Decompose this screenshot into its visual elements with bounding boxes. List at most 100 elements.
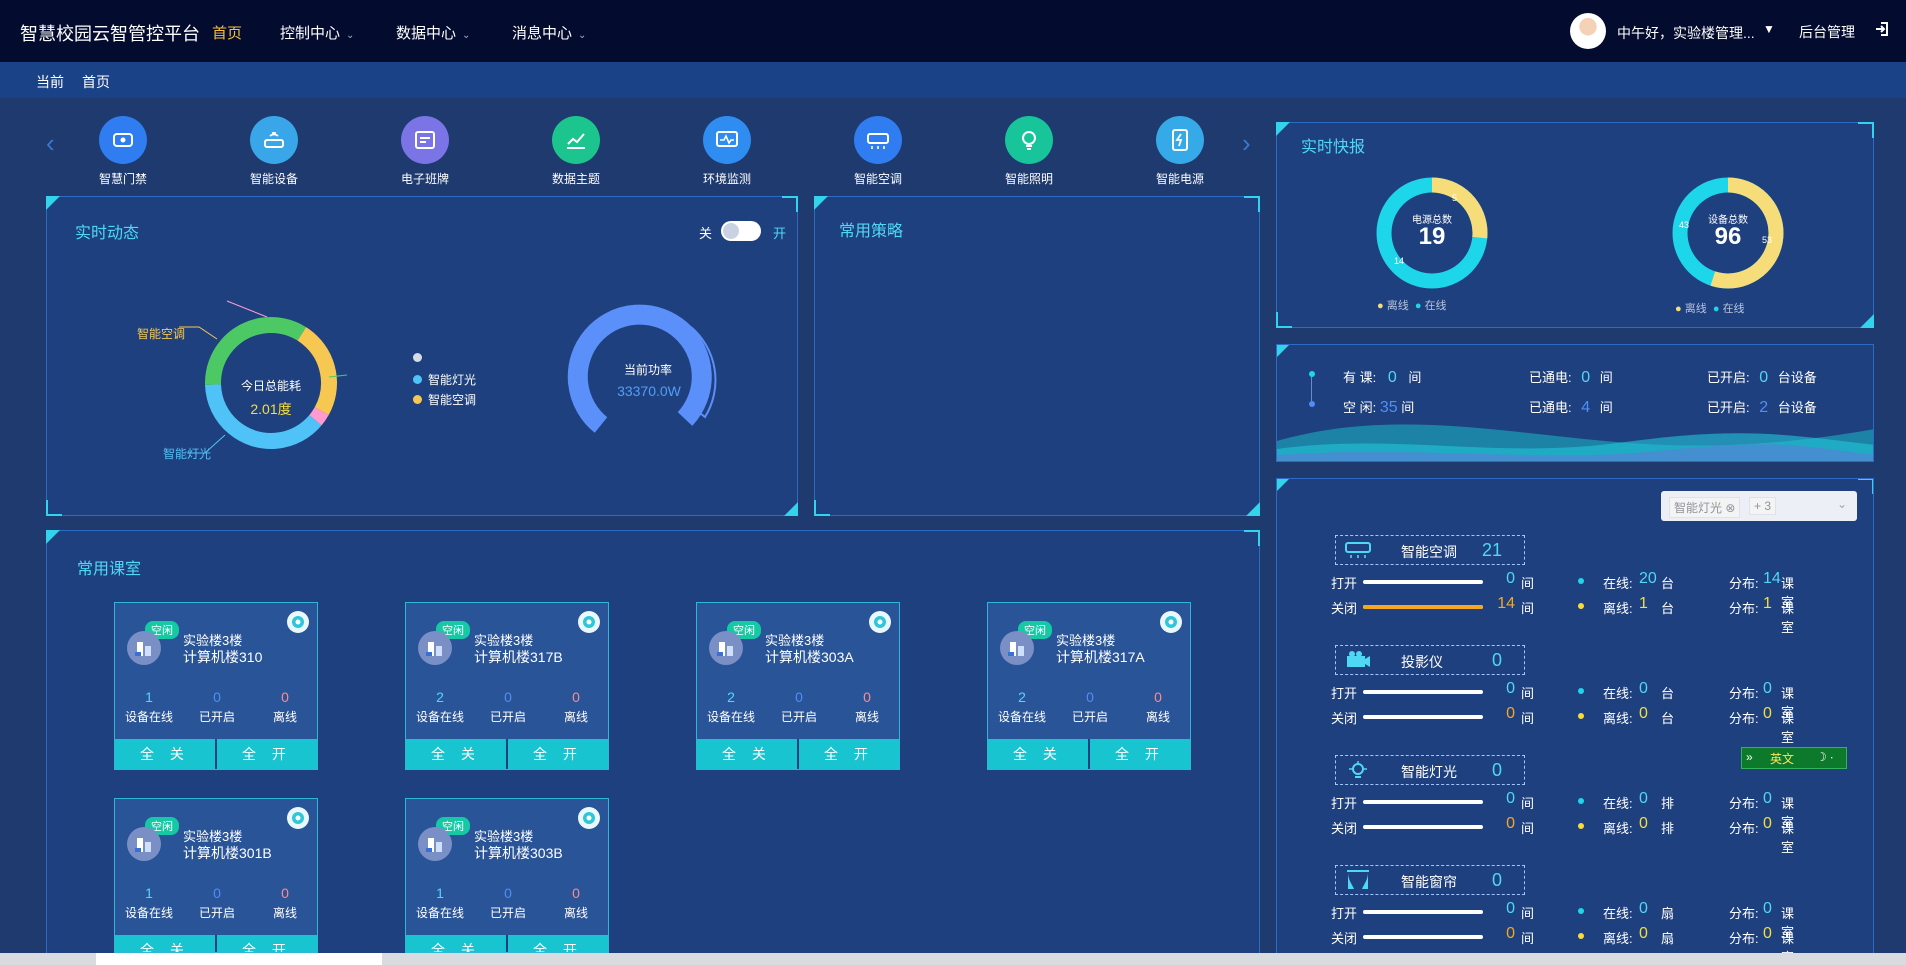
row-label: 关闭: [1331, 821, 1358, 836]
class-board-icon: [401, 116, 449, 164]
row-count: 0: [1506, 680, 1515, 697]
quick-item-smart-device[interactable]: 智能设备: [219, 116, 329, 187]
power-offline-count: 5: [1452, 193, 1458, 203]
close-icon[interactable]: ⊗: [1725, 501, 1735, 515]
ime-language[interactable]: 英文: [1770, 750, 1794, 767]
device-status-row: 打开 0 间在线: 0 排分布: 0 课室: [1331, 790, 1794, 830]
indicator-dot: [1309, 371, 1315, 377]
nav-control-center[interactable]: 控制中心 ⌄: [280, 22, 354, 43]
admin-link[interactable]: 后台管理: [1799, 22, 1855, 42]
classroom-card[interactable]: 空闲 实验楼3楼 计算机楼303A 2 设备在线 0 已开启 0 离线 全 关全 开: [696, 602, 900, 770]
all-on-button[interactable]: 全 开: [506, 935, 608, 952]
ime-menu-icon[interactable]: »: [1746, 750, 1753, 764]
room-name: 计算机楼303B: [474, 845, 563, 861]
device-status-row: 关闭 0 间离线: 0 台分布: 0 课室: [1331, 705, 1794, 745]
row-unit: 间: [1521, 686, 1535, 701]
classroom-card[interactable]: 空闲 实验楼3楼 计算机楼310 1 设备在线 0 已开启 0 离线 全 关全 开: [114, 602, 318, 770]
nav-data-center[interactable]: 数据中心 ⌄: [396, 22, 470, 43]
row-dist-label: 分布:: [1729, 686, 1759, 701]
camera-icon[interactable]: [578, 611, 600, 633]
stat-offline: 0 离线: [1145, 689, 1170, 724]
classroom-card[interactable]: 空闲 实验楼3楼 计算机楼317A 2 设备在线 0 已开启 0 离线 全 关全 开: [987, 602, 1191, 770]
all-on-button[interactable]: 全 开: [506, 739, 608, 769]
gauge-label: 当前功率: [623, 363, 672, 377]
nav-home[interactable]: 首页: [212, 22, 242, 43]
stat-opened: 0 已开启: [198, 885, 235, 920]
progress-bar: [1363, 715, 1483, 719]
quick-item-class-board[interactable]: 电子班牌: [370, 116, 480, 187]
camera-icon[interactable]: [869, 611, 891, 633]
ime-moon-icon[interactable]: ☽ ∙: [1816, 750, 1833, 764]
breadcrumb-home[interactable]: 首页: [82, 72, 110, 92]
quick-item-env-monitor[interactable]: 环境监测: [672, 116, 782, 187]
status-dot: [1578, 603, 1584, 609]
camera-icon[interactable]: [287, 807, 309, 829]
device-header: 智能空调 21: [1335, 535, 1525, 565]
nav-message-center[interactable]: 消息中心 ⌄: [512, 22, 586, 43]
device-filter-select[interactable]: 智能灯光 ⊗ + 3 ⌄: [1661, 491, 1857, 521]
all-off-button[interactable]: 全 关: [697, 739, 797, 769]
all-off-button[interactable]: 全 关: [115, 739, 215, 769]
classroom-card[interactable]: 空闲 实验楼3楼 计算机楼317B 2 设备在线 0 已开启 0 离线 全 关全 开: [405, 602, 609, 770]
user-greeting[interactable]: 中午好，实验楼管理...: [1617, 23, 1755, 43]
logout-icon[interactable]: [1875, 21, 1891, 42]
taskbar-search[interactable]: [96, 953, 382, 965]
camera-icon[interactable]: [287, 611, 309, 633]
row-unit: 间: [1521, 711, 1535, 726]
device-header: 智能灯光 0: [1335, 755, 1525, 785]
quick-item-data-theme[interactable]: 数据主题: [521, 116, 631, 187]
caret-down-icon[interactable]: ▼: [1763, 22, 1775, 36]
room-name: 计算机楼303A: [765, 649, 854, 665]
all-off-button[interactable]: 全 关: [406, 935, 506, 952]
breadcrumb-label: 当前: [36, 74, 64, 90]
all-off-button[interactable]: 全 关: [988, 739, 1088, 769]
classroom-card[interactable]: 空闲 实验楼3楼 计算机楼303B 1 设备在线 0 已开启 0 离线 全 关全 开: [405, 798, 609, 953]
donut-label-ac: 智能空调: [137, 327, 186, 341]
row-status-label: 在线:: [1603, 576, 1633, 591]
quick-item-air-conditioner[interactable]: 智能空调: [823, 116, 933, 187]
idle-stat: 空 闲: 35 间: [1343, 399, 1415, 416]
building-icon: [709, 631, 743, 665]
device-count: 0: [1491, 650, 1502, 670]
toggle-off-label: 关: [699, 226, 713, 241]
all-on-button[interactable]: 全 开: [215, 935, 317, 952]
carousel-next-icon[interactable]: ›: [1242, 128, 1251, 159]
row-status-value: 0: [1639, 900, 1648, 917]
row-label: 关闭: [1331, 711, 1358, 726]
camera-icon[interactable]: [578, 807, 600, 829]
stat-online: 1 设备在线: [124, 689, 173, 724]
all-off-button[interactable]: 全 关: [406, 739, 506, 769]
row-dist-unit: 课室: [1781, 821, 1795, 855]
stat-offline: 0 离线: [563, 885, 588, 920]
device-name: 投影仪: [1401, 654, 1443, 670]
quick-item-door-access[interactable]: 智慧门禁: [68, 116, 178, 187]
row-status-unit: 台: [1661, 711, 1675, 726]
light-bulb-icon: [1344, 760, 1372, 780]
row-dist-value: 0: [1763, 790, 1772, 807]
avatar[interactable]: [1570, 13, 1606, 49]
status-dot: [1578, 713, 1584, 719]
device-count: 0: [1491, 870, 1502, 890]
ime-toolbar[interactable]: » 英文 ☽ ∙: [1741, 747, 1847, 769]
camera-icon[interactable]: [1160, 611, 1182, 633]
realtime-toggle[interactable]: [721, 221, 761, 241]
status-dot: [1578, 933, 1584, 939]
all-on-button[interactable]: 全 开: [1088, 739, 1190, 769]
all-on-button[interactable]: 全 开: [215, 739, 317, 769]
row-status-label: 离线:: [1603, 821, 1633, 836]
quick-item-power[interactable]: 智能电源: [1125, 116, 1235, 187]
progress-bar: [1363, 910, 1483, 914]
row-count: 0: [1506, 790, 1515, 807]
row-unit: 间: [1521, 576, 1535, 591]
all-on-button[interactable]: 全 开: [797, 739, 899, 769]
stat-offline: 0 离线: [854, 689, 879, 724]
all-off-button[interactable]: 全 关: [115, 935, 215, 952]
donut-center-value: 2.01度: [250, 401, 292, 417]
row-count: 0: [1506, 705, 1515, 722]
row-unit: 间: [1521, 821, 1535, 836]
row-status-value: 0: [1639, 680, 1648, 697]
quick-item-lighting[interactable]: 智能照明: [974, 116, 1084, 187]
room-name: 计算机楼317B: [474, 649, 563, 665]
classroom-card[interactable]: 空闲 实验楼3楼 计算机楼301B 1 设备在线 0 已开启 0 离线 全 关全 开: [114, 798, 318, 953]
carousel-prev-icon[interactable]: ‹: [46, 128, 55, 159]
